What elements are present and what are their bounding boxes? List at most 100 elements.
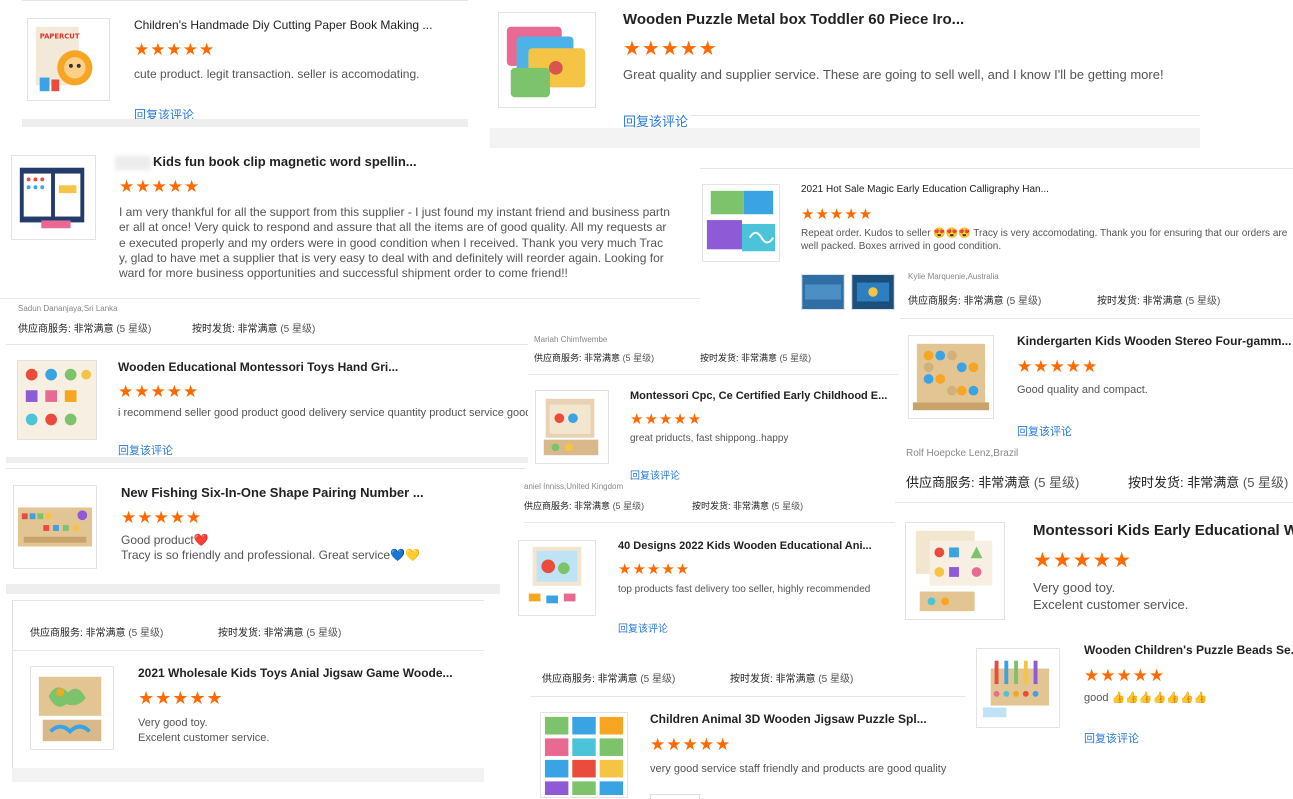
product-title[interactable]: Kids fun book clip magnetic word spellin…: [153, 154, 417, 169]
meta-value: 非常满意: [775, 674, 816, 685]
review-card: Kindergarten Kids Wooden Stereo Four-gam…: [898, 320, 1293, 498]
reply-link[interactable]: 回复该评论: [1084, 730, 1139, 746]
divider: [22, 0, 468, 1]
meta-value: 非常满意: [584, 353, 621, 363]
product-thumbnail[interactable]: PAPERCUT: [27, 18, 110, 101]
review-text: Great quality and supplier service. Thes…: [623, 67, 1164, 82]
meta-label: 供应商服务:: [542, 674, 595, 685]
review-text: top products fast delivery too seller, h…: [618, 584, 871, 595]
rating-stars: ★★★★★: [1084, 666, 1166, 685]
product-thumbnail[interactable]: [976, 648, 1060, 728]
reply-link[interactable]: 回复该评论: [118, 442, 173, 458]
divider: [6, 344, 530, 345]
supplier-rating: 供应商服务: 非常满意 (5 星级): [542, 670, 675, 685]
rating-stars: ★★★★★: [1033, 549, 1133, 572]
meta-rating: (5 星级): [818, 674, 854, 685]
meta-value: 非常满意: [1187, 475, 1240, 490]
product-title[interactable]: 2021 Hot Sale Magic Early Education Call…: [801, 184, 1049, 195]
product-title[interactable]: Wooden Puzzle Metal box Toddler 60 Piece…: [623, 11, 964, 28]
review-photo[interactable]: [851, 274, 895, 310]
review-photo[interactable]: [801, 274, 845, 310]
divider: [700, 168, 1293, 169]
delivery-rating: 按时发货: 非常满意 (5 星级): [692, 499, 803, 512]
product-title[interactable]: Montessori Kids Early Educational Wo...: [1033, 522, 1293, 539]
supplier-rating: 供应商服务: 非常满意 (5 星级): [18, 320, 151, 335]
product-title[interactable]: Kindergarten Kids Wooden Stereo Four-gam…: [1017, 334, 1291, 348]
delivery-rating: 按时发货: 非常满意 (5 星级): [1097, 292, 1220, 307]
product-thumbnail[interactable]: [13, 485, 97, 569]
meta-label: 供应商服务:: [30, 628, 83, 639]
reviewer-name: Mariah Chimfwembe: [534, 335, 608, 344]
divider: [690, 115, 1200, 116]
review-text: Repeat order. Kudos to seller 😍😍😍 Tracy …: [801, 228, 1288, 252]
product-title[interactable]: Children's Handmade Diy Cutting Paper Bo…: [134, 18, 432, 32]
meta-label: 按时发货:: [192, 324, 235, 335]
meta-rating: (5 星级): [1006, 296, 1042, 307]
reviewer-name: aniel Inniss,United Kingdom: [524, 482, 624, 491]
product-thumbnail[interactable]: [905, 522, 1005, 620]
delivery-rating: 按时发货: 非常满意 (5 星级): [218, 624, 341, 639]
supplier-rating: 供应商服务: 非常满意 (5 星级): [524, 499, 644, 512]
product-title[interactable]: 40 Designs 2022 Kids Wooden Educational …: [618, 540, 872, 552]
product-title[interactable]: Children Animal 3D Wooden Jigsaw Puzzle …: [650, 712, 927, 726]
meta-label: 按时发货:: [700, 353, 739, 363]
divider: [6, 468, 526, 469]
product-thumbnail[interactable]: [702, 184, 780, 262]
review-card: Montessori Cpc, Ce Certified Early Child…: [528, 374, 900, 482]
rating-stars: ★★★★★: [138, 688, 224, 708]
meta-rating: (5 星级): [1033, 475, 1080, 490]
review-card: New Fishing Six-In-One Shape Pairing Num…: [6, 468, 526, 594]
review-card: Montessori Kids Early Educational Wo... …: [895, 502, 1293, 642]
rating-stars: ★★★★★: [121, 508, 203, 527]
review-card: Wooden Children's Puzzle Beads Se... ★★★…: [968, 640, 1293, 760]
supplier-rating: 供应商服务: 非常满意 (5 星级): [30, 624, 163, 639]
product-thumbnail[interactable]: [518, 540, 596, 616]
meta-label: 按时发货:: [218, 628, 261, 639]
review-card: Wooden Educational Montessori Toys Hand …: [6, 344, 530, 468]
meta-rating: (5 星级): [1185, 296, 1221, 307]
rating-stars: ★★★★★: [119, 177, 201, 196]
review-text: Excelent customer service.: [1033, 597, 1189, 612]
blur-mask: [115, 156, 151, 170]
reply-link[interactable]: 回复该评论: [1017, 423, 1072, 439]
meta-label: 按时发货:: [692, 501, 731, 511]
review-text: Very good toy.: [1033, 580, 1116, 595]
meta-label: 供应商服务:: [18, 324, 71, 335]
product-thumbnail[interactable]: [30, 666, 114, 750]
review-text: Tracy is so friendly and professional. G…: [121, 548, 420, 562]
rating-stars: ★★★★★: [630, 411, 703, 428]
rating-stars: ★★★★★: [801, 206, 874, 223]
delivery-rating: 按时发货: 非常满意 (5 星级): [1128, 472, 1288, 491]
review-photo[interactable]: [650, 794, 700, 799]
rating-stars: ★★★★★: [1017, 357, 1099, 376]
reviewer-name: Sadun Dananjaya,Sri Lanka: [18, 304, 118, 313]
review-text: Good product❤️: [121, 533, 209, 547]
divider: [22, 119, 468, 127]
divider: [530, 696, 966, 697]
divider: [12, 600, 484, 601]
product-title[interactable]: 2021 Wholesale Kids Toys Anial Jigsaw Ga…: [138, 666, 453, 680]
meta-value: 非常满意: [237, 324, 278, 335]
product-title[interactable]: Wooden Educational Montessori Toys Hand …: [118, 360, 398, 374]
reply-link[interactable]: 回复该评论: [618, 620, 668, 635]
meta-value: 非常满意: [733, 501, 770, 511]
meta-value: 非常满意: [73, 324, 114, 335]
rating-stars: ★★★★★: [118, 382, 200, 401]
meta-label: 按时发货:: [1097, 296, 1140, 307]
product-title[interactable]: New Fishing Six-In-One Shape Pairing Num…: [121, 485, 424, 500]
product-thumbnail[interactable]: [540, 712, 628, 798]
delivery-rating: 按时发货: 非常满意 (5 星级): [730, 670, 853, 685]
divider: [12, 600, 13, 780]
product-thumbnail[interactable]: [17, 360, 97, 440]
review-card: Wooden Puzzle Metal box Toddler 60 Piece…: [490, 0, 1200, 148]
meta-rating: (5 星级): [306, 628, 342, 639]
product-title[interactable]: Montessori Cpc, Ce Certified Early Child…: [630, 390, 887, 402]
review-card: 供应商服务: 非常满意 (5 星级) 按时发货: 非常满意 (5 星级) 202…: [12, 600, 484, 799]
product-thumbnail[interactable]: [498, 12, 596, 108]
product-title[interactable]: Wooden Children's Puzzle Beads Se...: [1084, 643, 1293, 657]
product-thumbnail[interactable]: [11, 155, 96, 240]
divider: [524, 522, 895, 523]
product-thumbnail[interactable]: [535, 390, 609, 464]
review-text: cute product. legit transaction. seller …: [134, 67, 420, 81]
product-thumbnail[interactable]: [908, 335, 994, 419]
